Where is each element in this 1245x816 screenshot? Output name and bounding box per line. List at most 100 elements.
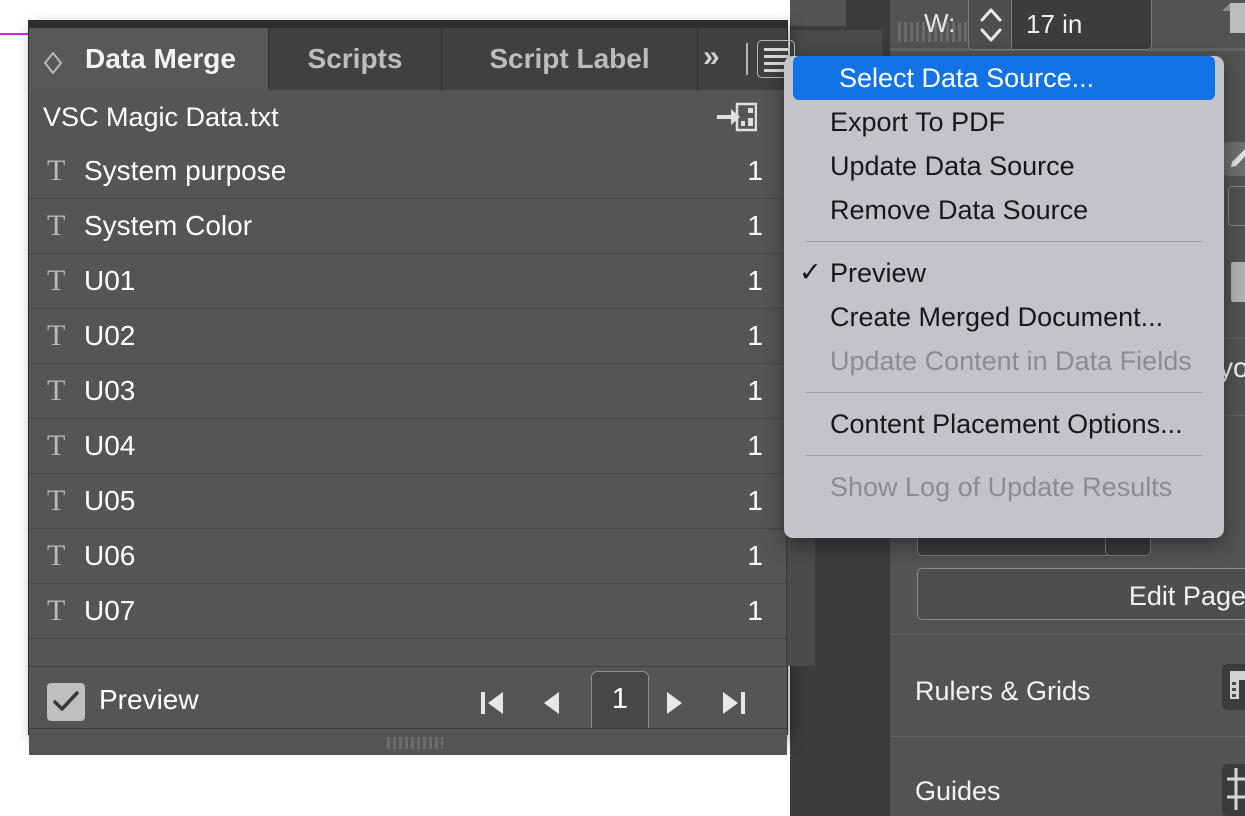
tab-data-merge-label: Data Merge [85,43,236,74]
edit-page-button[interactable]: Edit Page [917,568,1245,620]
panel-resize-row[interactable] [29,728,787,755]
menu-item[interactable]: Content Placement Options... [784,402,1224,446]
menu-item-label: Select Data Source... [839,62,1095,93]
field-name: System purpose [84,155,287,186]
field-count: 1 [747,430,763,461]
table-row[interactable]: T System Color 1 [29,199,787,254]
data-merge-panel: Data Merge Scripts Script Label » VSC Ma… [28,20,815,755]
menu-separator [806,241,1202,242]
field-name: U07 [84,595,136,626]
panel-tab-bar: Data Merge Scripts Script Label » [29,28,795,90]
previous-record-button[interactable] [532,685,572,721]
menu-item[interactable]: ✓ Preview [784,251,1224,295]
width-control-row: W: 17 in [900,0,1245,50]
width-value: 17 in [1026,9,1083,39]
partial-swatch-right[interactable] [1231,262,1245,302]
last-record-button[interactable] [713,685,753,721]
toolbar-divider [746,43,748,75]
field-count: 1 [747,375,763,406]
data-source-row: VSC Magic Data.txt [29,90,787,145]
text-field-type-icon: T [47,319,66,352]
panel-flyout-menu[interactable]: Select Data Source... Export To PDF Update… [784,56,1224,538]
field-count: 1 [747,595,763,626]
panel-resize-grip[interactable] [387,737,443,749]
table-row[interactable]: T U06 1 [29,529,787,584]
menu-item: Update Content in Data Fields [784,339,1224,383]
text-field-type-icon: T [47,209,66,242]
ruler-grid-icon[interactable] [1222,664,1245,710]
tab-script-label[interactable]: Script Label [442,28,698,90]
menu-item[interactable]: Remove Data Source [784,188,1224,232]
text-field-type-icon: T [47,154,66,187]
field-count: 1 [747,155,763,186]
table-row[interactable]: T U02 1 [29,309,787,364]
page-icon[interactable] [1222,2,1245,34]
field-count: 1 [747,320,763,351]
text-field-type-icon: T [47,429,66,462]
data-fields-list[interactable]: T System purpose 1 T System Color 1 T U01 1 T U02 1… [29,144,787,666]
field-name: U03 [84,375,136,406]
menu-item[interactable]: Select Data Source... [793,56,1215,100]
pencil-edit-icon[interactable] [1224,142,1245,176]
menu-item-label: Update Content in Data Fields [830,345,1192,376]
preview-label: Preview [99,684,199,715]
next-record-button[interactable] [654,685,694,721]
menu-item-label: Show Log of Update Results [830,471,1173,502]
field-name: U01 [84,265,136,296]
tab-scripts-label: Scripts [307,43,403,74]
table-row[interactable]: T U05 1 [29,474,787,529]
table-row[interactable]: T U07 1 [29,584,787,639]
section-rulers-grids[interactable]: Rulers & Grids [915,676,1091,707]
menu-item: Show Log of Update Results [784,465,1224,509]
tab-data-merge[interactable]: Data Merge [29,28,269,90]
menu-item[interactable]: Update Data Source [784,144,1224,188]
field-name: U04 [84,430,136,461]
field-name: U02 [84,320,136,351]
properties-divider-4 [890,736,1245,737]
import-data-fields-icon[interactable] [717,101,758,133]
table-row[interactable]: T System purpose 1 [29,144,787,199]
record-number-input[interactable]: 1 [591,671,649,733]
tab-overflow-area: » [698,28,795,90]
tab-script-label-label: Script Label [489,43,650,74]
data-source-filename: VSC Magic Data.txt [43,102,279,132]
text-field-type-icon: T [47,539,66,572]
properties-divider-3 [890,634,1245,635]
width-stepper[interactable] [968,0,1012,50]
menu-item-label: Preview [830,257,927,288]
field-count: 1 [747,210,763,241]
menu-item-label: Update Data Source [830,150,1075,181]
tab-scripts[interactable]: Scripts [269,28,442,90]
edit-page-label: Edit Page [1128,581,1245,611]
chevron-double-right-icon[interactable]: » [703,40,720,74]
field-count: 1 [747,265,763,296]
guides-grid-icon[interactable] [1222,764,1245,816]
menu-item-label: Export To PDF [830,106,1006,137]
table-row[interactable]: T U04 1 [29,419,787,474]
text-field-type-icon: T [47,484,66,517]
text-field-type-icon: T [47,264,66,297]
section-guides[interactable]: Guides [915,776,1001,807]
field-count: 1 [747,540,763,571]
first-record-button[interactable] [473,685,513,721]
field-name: U05 [84,485,136,516]
table-row[interactable]: T U01 1 [29,254,787,309]
panel-title-strip[interactable] [29,21,787,28]
text-field-type-icon: T [47,594,66,627]
width-label: W: [924,8,956,38]
width-input[interactable]: 17 in [1012,0,1152,50]
preview-checkbox[interactable] [47,683,85,721]
field-count: 1 [747,485,763,516]
menu-item-label: Create Merged Document... [830,301,1164,332]
text-field-type-icon: T [47,374,66,407]
field-name: U06 [84,540,136,571]
partial-input-right[interactable] [1228,186,1245,226]
checkmark-icon: ✓ [799,257,822,287]
menu-item-label: Content Placement Options... [830,408,1183,439]
menu-item[interactable]: Export To PDF [784,100,1224,144]
menu-item[interactable]: Create Merged Document... [784,295,1224,339]
table-row[interactable]: T U03 1 [29,364,787,419]
record-number-value: 1 [611,683,629,715]
panel-footer: Preview 1 [29,666,787,737]
chevron-up-down-icon [980,8,1002,42]
